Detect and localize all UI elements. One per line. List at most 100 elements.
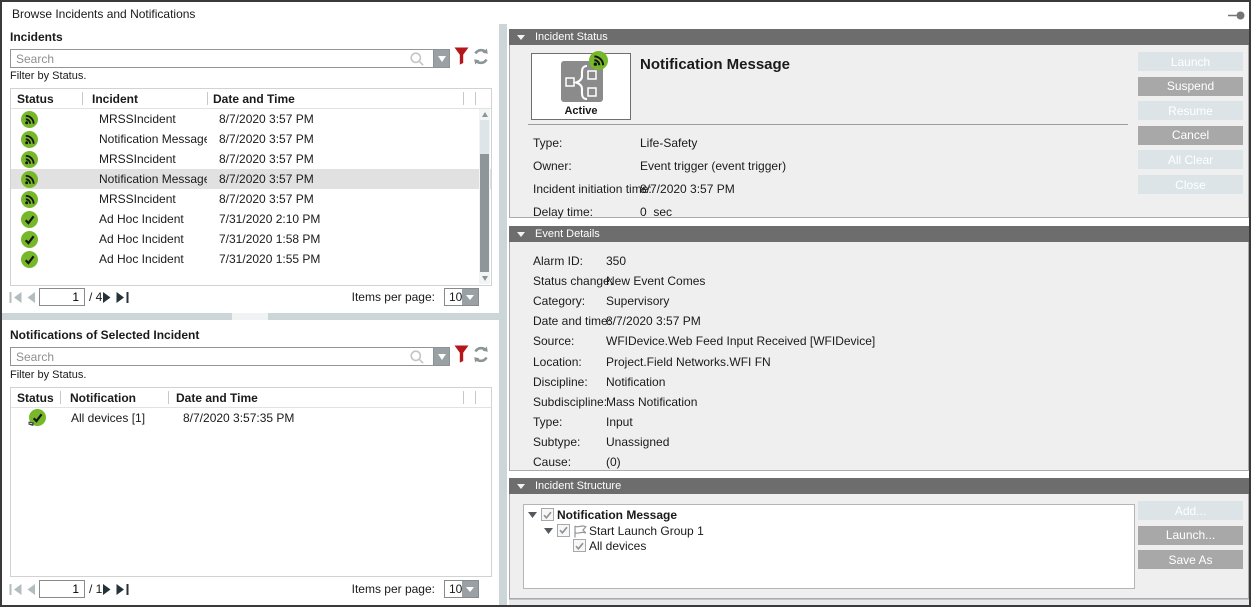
scrollbar-track[interactable] xyxy=(480,120,489,154)
field-value: New Event Comes xyxy=(606,274,705,288)
search-dropdown-button[interactable] xyxy=(433,49,450,68)
next-page-icon[interactable] xyxy=(102,584,112,595)
notifications-pagination: / 1 Items per page: 10 xyxy=(2,580,499,600)
tree-item-label: All devices xyxy=(589,539,646,553)
search-input[interactable] xyxy=(10,49,434,68)
items-per-page-select[interactable]: 10 xyxy=(444,580,479,598)
splitter-grip[interactable] xyxy=(232,313,268,320)
scrollbar-thumb[interactable] xyxy=(480,154,489,272)
items-per-page-dropdown-button[interactable] xyxy=(462,581,478,597)
previous-page-icon[interactable] xyxy=(26,292,36,303)
tree-item[interactable]: Start Launch Group 1 xyxy=(524,524,1134,539)
items-per-page-label: Items per page: xyxy=(332,582,435,596)
page-title: Browse Incidents and Notifications xyxy=(12,7,195,21)
field-value: Project.Field Networks.WFI FN xyxy=(606,355,771,369)
datetime-cell: 7/31/2020 2:10 PM xyxy=(207,209,491,229)
field-label: Owner: xyxy=(533,159,640,173)
previous-page-icon[interactable] xyxy=(26,584,36,595)
table-row[interactable]: Notification Message8/7/2020 3:57 PM xyxy=(11,169,491,189)
table-row[interactable]: MRSSIncident8/7/2020 3:57 PM xyxy=(11,149,491,169)
filter-icon[interactable] xyxy=(454,345,469,366)
resume-button: Resume xyxy=(1138,101,1243,120)
suspend-button[interactable]: Suspend xyxy=(1138,77,1243,96)
last-page-icon[interactable] xyxy=(115,292,129,303)
refresh-icon[interactable] xyxy=(472,48,490,68)
launch-button[interactable]: Launch... xyxy=(1138,526,1243,545)
first-page-icon[interactable] xyxy=(9,292,23,303)
first-page-icon[interactable] xyxy=(9,584,23,595)
table-row[interactable]: All devices [1]8/7/2020 3:57:35 PM xyxy=(11,408,491,428)
detail-field: Subdiscipline:Mass Notification xyxy=(533,395,697,409)
cancel-button[interactable]: Cancel xyxy=(1138,126,1243,145)
column-header-incident[interactable]: Incident xyxy=(82,89,207,109)
vertical-splitter[interactable] xyxy=(499,24,507,607)
expander-icon[interactable] xyxy=(544,528,553,534)
scroll-down-icon[interactable] xyxy=(479,273,490,284)
field-value: 350 xyxy=(606,254,626,268)
table-row[interactable]: Ad Hoc Incident7/31/2020 1:58 PM xyxy=(11,229,491,249)
status-cell xyxy=(11,149,82,169)
table-row[interactable]: MRSSIncident8/7/2020 3:57 PM xyxy=(11,109,491,129)
collapse-icon[interactable] xyxy=(517,35,525,40)
next-page-icon[interactable] xyxy=(102,292,112,303)
column-header-status[interactable]: Status xyxy=(11,89,82,109)
filter-icon[interactable] xyxy=(454,47,469,68)
column-separator xyxy=(82,92,83,105)
status-cell xyxy=(11,229,82,249)
last-page-icon[interactable] xyxy=(115,584,129,595)
column-header-notification[interactable]: Notification xyxy=(60,388,168,408)
chevron-down-icon xyxy=(438,354,446,360)
status-cell xyxy=(11,109,82,129)
tree-item[interactable]: Notification Message xyxy=(524,508,1134,523)
column-separator xyxy=(168,391,169,404)
column-header-date-and-time[interactable]: Date and Time xyxy=(207,89,491,109)
save-as-button[interactable]: Save As xyxy=(1138,550,1243,569)
datetime-cell: 8/7/2020 3:57 PM xyxy=(207,189,491,209)
incidents-table-body: MRSSIncident8/7/2020 3:57 PMNotification… xyxy=(11,109,491,269)
field-value: Notification xyxy=(606,375,665,389)
items-per-page-value: 10 xyxy=(445,581,462,597)
scroll-up-icon[interactable] xyxy=(479,109,490,120)
detail-field: Delay time:0 sec xyxy=(533,205,672,219)
items-per-page-select[interactable]: 10 xyxy=(444,288,479,306)
field-label: Cause: xyxy=(533,455,606,469)
search-dropdown-button[interactable] xyxy=(433,347,450,366)
pin-icon[interactable] xyxy=(1228,9,1245,23)
field-value: (0) xyxy=(606,455,621,469)
page-number-input[interactable] xyxy=(39,580,85,598)
column-header-status[interactable]: Status xyxy=(11,388,60,408)
incident-status-section-header[interactable]: Incident Status xyxy=(509,29,1249,45)
items-per-page-dropdown-button[interactable] xyxy=(462,289,478,305)
field-value: Input xyxy=(606,415,633,429)
bottom-strip xyxy=(509,599,1249,607)
active-rss-icon xyxy=(589,51,608,70)
tree-item[interactable]: All devices xyxy=(524,539,1134,554)
notification-completed-icon xyxy=(28,409,46,427)
field-label: Location: xyxy=(533,355,606,369)
table-row[interactable]: Notification Message8/7/2020 3:57 PM xyxy=(11,129,491,149)
incident-active-icon xyxy=(21,111,38,128)
collapse-icon[interactable] xyxy=(517,484,525,489)
checkbox[interactable] xyxy=(557,524,570,537)
checkbox[interactable] xyxy=(541,508,554,521)
incident-completed-icon xyxy=(21,251,38,268)
search-input[interactable] xyxy=(10,347,434,366)
vertical-scrollbar[interactable] xyxy=(479,109,490,284)
notifications-table-body: All devices [1]8/7/2020 3:57:35 PM xyxy=(11,408,491,428)
notifications-table: StatusNotificationDate and Time All devi… xyxy=(10,387,492,577)
table-row[interactable]: MRSSIncident8/7/2020 3:57 PM xyxy=(11,189,491,209)
datetime-cell: 8/7/2020 3:57:35 PM xyxy=(168,408,491,428)
page-number-input[interactable] xyxy=(39,288,85,306)
table-row[interactable]: Ad Hoc Incident7/31/2020 2:10 PM xyxy=(11,209,491,229)
incident-structure-section-header[interactable]: Incident Structure xyxy=(509,478,1249,494)
datetime-cell: 7/31/2020 1:58 PM xyxy=(207,229,491,249)
table-row[interactable]: Ad Hoc Incident7/31/2020 1:55 PM xyxy=(11,249,491,269)
expander-icon[interactable] xyxy=(528,512,537,518)
detail-field: Type:Life-Safety xyxy=(533,136,697,150)
column-header-date-and-time[interactable]: Date and Time xyxy=(168,388,491,408)
checkbox[interactable] xyxy=(573,539,586,552)
event-details-section-header[interactable]: Event Details xyxy=(509,226,1249,242)
refresh-icon[interactable] xyxy=(472,346,490,366)
horizontal-splitter[interactable] xyxy=(2,313,499,320)
collapse-icon[interactable] xyxy=(517,232,525,237)
